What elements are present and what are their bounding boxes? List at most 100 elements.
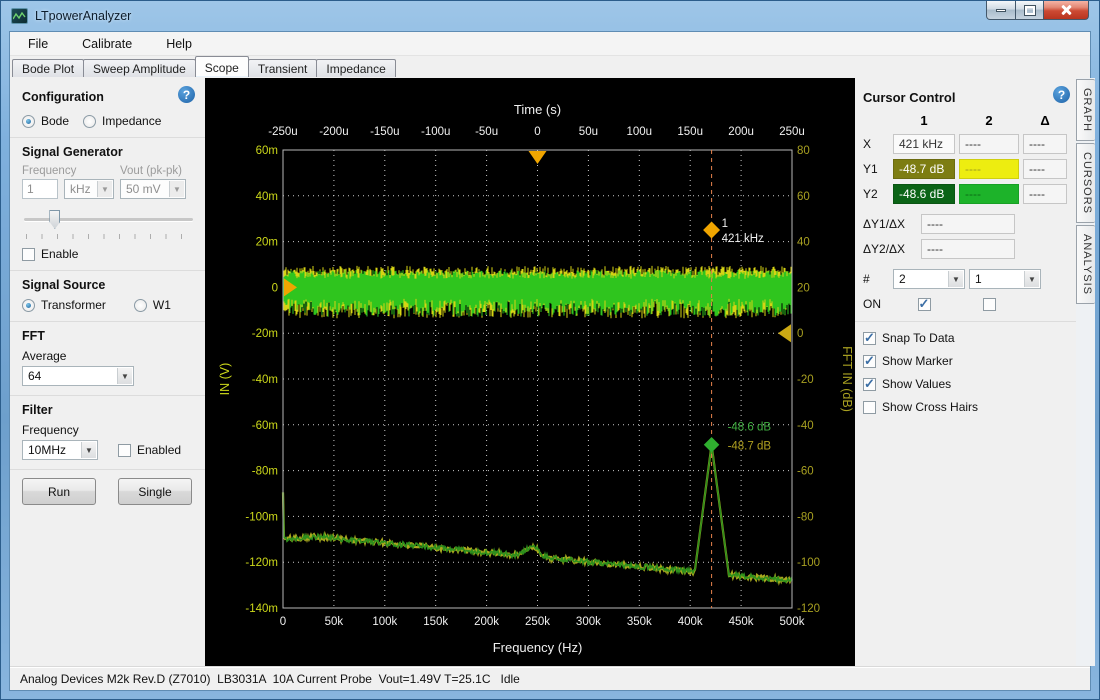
maximize-button[interactable] [1016, 1, 1044, 20]
transformer-radio[interactable] [22, 299, 35, 312]
right-axis-tick-label: -40 [797, 420, 814, 432]
menu-file[interactable]: File [24, 35, 52, 53]
configuration-title: Configuration [22, 90, 104, 104]
left-axis-title: IN (V) [218, 363, 232, 396]
dy1-dx-value: ---- [921, 214, 1015, 234]
tab-impedance[interactable]: Impedance [316, 59, 395, 77]
snap-to-data-label: Snap To Data [882, 331, 955, 345]
menu-calibrate[interactable]: Calibrate [78, 35, 136, 53]
filter-frequency-value: 10MHz [28, 443, 66, 457]
top-axis-tick-label: 50u [579, 126, 598, 138]
cursor-number-label: 1 [722, 218, 728, 230]
cursor-frequency-label: 421 kHz [722, 233, 764, 245]
help-icon[interactable]: ? [1053, 86, 1070, 103]
left-axis-tick-label: -120m [245, 557, 278, 569]
cursor2-y2-value: ---- [959, 184, 1019, 204]
menu-help[interactable]: Help [162, 35, 196, 53]
scope-plot-panel[interactable]: -250u-200u-150u-100u-50u050u100u150u200u… [205, 78, 855, 666]
tab-scope[interactable]: Scope [195, 56, 249, 77]
cursor1-y1-value: -48.7 dB [893, 159, 955, 179]
cursor2-number-value: 1 [975, 272, 982, 286]
impedance-radio[interactable] [83, 115, 96, 128]
filter-frequency-select[interactable]: 10MHz ▼ [22, 440, 98, 460]
signal-generator-title: Signal Generator [22, 145, 195, 159]
top-axis-tick-label: 150u [677, 126, 703, 138]
snap-to-data-checkbox[interactable] [863, 332, 876, 345]
bottom-axis-tick-label: 300k [576, 616, 601, 628]
tab-sweep-amplitude[interactable]: Sweep Amplitude [83, 59, 196, 77]
x-row-label: X [863, 137, 889, 151]
cursor1-y2-value: -48.6 dB [893, 184, 955, 204]
bottom-axis-tick-label: 50k [325, 616, 344, 628]
delta-y1-value: ---- [1023, 159, 1067, 179]
show-values-label: Show Values [882, 377, 951, 391]
cursor2-number-select[interactable]: 1 ▼ [969, 269, 1041, 289]
fft-trace-ch1 [283, 448, 792, 582]
frequency-unit-select[interactable]: kHz ▼ [64, 179, 114, 199]
left-axis-tick-label: 20m [256, 237, 278, 249]
scope-plot[interactable]: -250u-200u-150u-100u-50u050u100u150u200u… [205, 78, 855, 672]
cursor2-on-checkbox[interactable] [983, 298, 996, 311]
side-tab-cursors[interactable]: CURSORS [1076, 143, 1095, 223]
divider [10, 469, 205, 470]
slider-thumb[interactable] [49, 210, 60, 229]
bottom-axis-tick-label: 450k [729, 616, 754, 628]
cursor-handle-marker[interactable] [703, 222, 720, 239]
left-axis-tick-label: 40m [256, 191, 278, 203]
bottom-axis-tick-label: 150k [423, 616, 448, 628]
cursor-number-label: # [863, 272, 889, 286]
bottom-axis-tick-label: 350k [627, 616, 652, 628]
bottom-axis-tick-label: 400k [678, 616, 703, 628]
filter-title: Filter [22, 403, 195, 417]
bode-radio[interactable] [22, 115, 35, 128]
right-axis-tick-label: -80 [797, 511, 814, 523]
cursor-col-1-header: 1 [893, 113, 955, 128]
bottom-axis-title: Frequency (Hz) [493, 640, 583, 655]
maximize-icon [1025, 6, 1035, 15]
filter-enabled-checkbox[interactable] [118, 444, 131, 457]
w1-radio[interactable] [134, 299, 147, 312]
run-button[interactable]: Run [22, 478, 96, 505]
dy2-dx-value: ---- [921, 239, 1015, 259]
vout-select[interactable]: 50 mV ▼ [120, 179, 186, 199]
single-button[interactable]: Single [118, 478, 192, 505]
top-axis-tick-label: -100u [421, 126, 450, 138]
side-tab-analysis[interactable]: ANALYSIS [1076, 225, 1095, 304]
help-icon[interactable]: ? [178, 86, 195, 103]
minimize-icon [996, 9, 1006, 12]
db-zero-marker[interactable] [778, 324, 791, 342]
frequency-input[interactable] [22, 179, 58, 199]
show-values-checkbox[interactable] [863, 378, 876, 391]
frequency-label: Frequency [22, 165, 114, 177]
fft-average-select[interactable]: 64 ▼ [22, 366, 134, 386]
close-button[interactable] [1044, 1, 1089, 20]
cursor1-on-checkbox[interactable] [918, 298, 931, 311]
minimize-button[interactable] [986, 1, 1016, 20]
close-icon [1060, 4, 1072, 16]
right-axis-tick-label: -120 [797, 603, 820, 615]
cursor1-x-field[interactable]: 421 kHz [893, 134, 955, 154]
fft-average-value: 64 [28, 369, 41, 383]
right-axis-title: FFT IN (dB) [840, 346, 854, 412]
peak-value-label-olive: -48.7 dB [728, 441, 772, 453]
peak-marker[interactable] [704, 437, 720, 453]
left-axis-tick-label: -20m [252, 328, 278, 340]
enable-checkbox[interactable] [22, 248, 35, 261]
top-axis-tick-label: 200u [728, 126, 754, 138]
show-marker-checkbox[interactable] [863, 355, 876, 368]
show-cross-hairs-checkbox[interactable] [863, 401, 876, 414]
chevron-down-icon: ▼ [81, 442, 96, 458]
cursor1-number-select[interactable]: 2 ▼ [893, 269, 965, 289]
cursor-col-delta-header: Δ [1023, 113, 1067, 128]
cursor2-x-field[interactable]: ---- [959, 134, 1019, 154]
tab-bode-plot[interactable]: Bode Plot [12, 59, 84, 77]
right-axis-tick-label: -100 [797, 557, 820, 569]
right-axis-tick-label: -20 [797, 374, 814, 386]
time-zero-marker[interactable] [529, 151, 547, 164]
top-axis-tick-label: 0 [534, 126, 540, 138]
right-axis-tick-label: 60 [797, 191, 810, 203]
status-bar: Analog Devices M2k Rev.D (Z7010) LB3031A… [10, 666, 1090, 690]
side-tab-graph[interactable]: GRAPH [1076, 79, 1095, 141]
app-window: LTpowerAnalyzer File Calibrate Help Bode… [0, 0, 1100, 700]
tab-transient[interactable]: Transient [248, 59, 318, 77]
